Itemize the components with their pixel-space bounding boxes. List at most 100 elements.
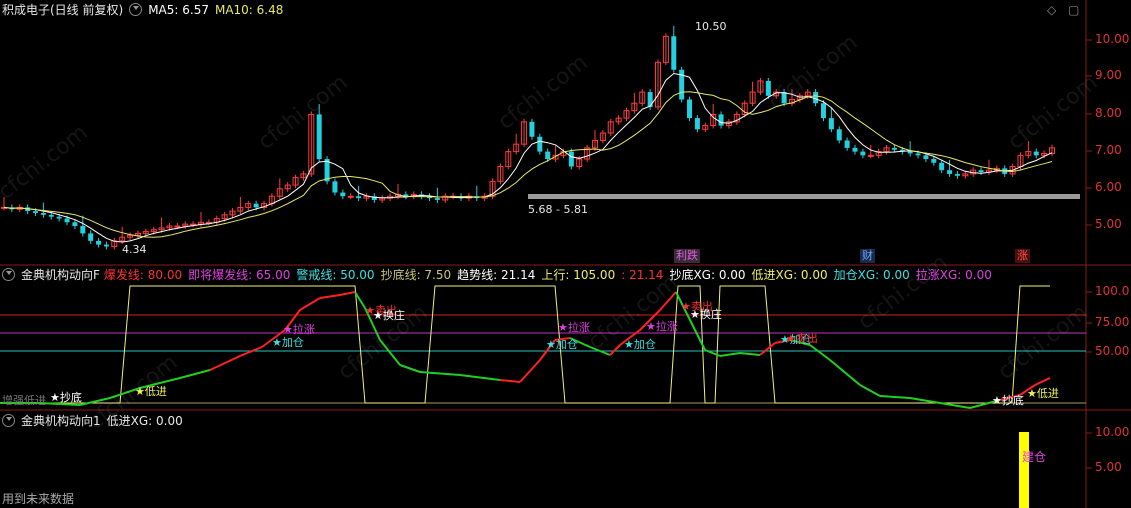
candle-body [820,103,826,119]
candle-body [828,118,834,130]
range-label: 5.68 - 5.81 [528,203,588,216]
indicator-param: 爆发线: 80.00 [103,268,183,282]
axis-tick-label: 5.00 [1095,460,1122,474]
indicator-curve-segment [859,384,881,397]
axis-tick-label: 7.00 [1095,143,1122,157]
indicator-params: 爆发线: 80.00 即将爆发线: 65.00 警戒线: 50.00 抄底线: 7.5… [104,268,998,282]
dropdown-icon[interactable] [2,268,15,281]
indicator-curve-segment [809,344,831,361]
indicator-curve-segment [719,352,741,357]
candle-body [434,198,440,200]
candle-body [718,114,724,126]
axis-tick-label: 6.00 [1095,180,1122,194]
signal-label: ★低进 [1027,387,1059,400]
candle-body [931,159,937,163]
candle-body [891,147,897,150]
signal-label: ★抄底 [992,394,1024,407]
indicator-curve-segment [609,344,621,356]
candle-body [860,151,866,156]
axis-tick-label: 8.00 [1095,106,1122,120]
candle-body [72,222,78,226]
future-data-note: 用到未来数据 [2,492,75,506]
candle-body [340,192,346,197]
indicator-bottom-label: 增强低进 [2,394,46,407]
signal-label: ★抄底 [50,391,82,404]
candle-body [954,173,960,176]
indicator-curve-segment [739,352,761,356]
indicator-param: 上行: 105.00 [541,268,616,282]
signal-label: ★拉涨 [646,320,678,333]
indicator-param: 趋势线: 21.14 [457,268,536,282]
axis-tick-label: 50.00 [1095,344,1130,358]
candle-body [647,92,653,107]
indicator-panel-header: 金典机构动向F 爆发线: 80.00 即将爆发线: 65.00 警戒线: 50.00 抄… [2,268,1004,282]
ma5-label: MA5: 6.57 [148,3,209,17]
candle-body [56,216,62,219]
candle-body [915,153,921,156]
candle-body [347,195,354,198]
event-tag-cai[interactable]: 财 [860,249,875,263]
signal-label: ★加仓 [272,336,304,349]
candle-body [96,240,102,245]
high-price-label: 10.50 [695,20,727,33]
signal-label: ★拉涨 [558,321,590,334]
candle-body [1033,151,1039,156]
indicator-curve-segment [689,319,706,351]
candle-body [852,147,858,152]
diamond-icon[interactable]: ◇ [1047,3,1056,17]
ma10-label: MA10: 6.48 [214,3,284,17]
axis-tick-label: 100.0 [1095,284,1130,298]
candle-body [64,218,70,223]
dropdown-icon[interactable] [2,414,15,427]
candle-body [687,99,693,119]
support-band [528,194,1080,199]
indicator-curve-segment [209,355,241,371]
candle-body [844,140,850,148]
signal-label: ★加仓 [624,338,656,351]
main-panel-header: 积成电子(日线 前复权) MA5: 6.57 MA10: 6.48 [2,3,289,17]
candle-body [836,129,842,141]
indicator-param: 低进XG: 0.00 [751,268,828,282]
candle-body [80,226,86,234]
indicator-curve-segment [909,397,941,404]
build-label: 建仓 [1022,450,1047,464]
axis-tick-label: 10.00 [1095,425,1130,439]
axis-tick-label: 75.00 [1095,315,1130,329]
indicator-curve-segment [399,364,421,373]
event-tag-lidie[interactable]: 利跌 [674,249,700,263]
candle-body [813,92,819,104]
candle-body [907,151,913,154]
indicator-param: 警戒线: 50.00 [296,268,375,282]
indicator-curve-segment [419,371,461,376]
indicator-curve-segment [879,395,911,399]
candle-body [103,244,109,247]
build-bar [1019,432,1029,508]
signal-label: ★加仓 [546,338,578,351]
candle-body [332,181,338,193]
candle-body [947,170,953,174]
indicator-curve-segment [459,374,501,381]
candle-body [356,196,362,199]
candle-body [694,118,700,130]
dropdown-icon[interactable] [129,3,143,16]
candle-body [537,136,543,152]
indicator-curve-segment [759,342,776,356]
candle-body [568,151,574,167]
indicator-param: 抄底线: 7.50 [380,268,452,282]
candle-body [40,212,46,215]
indicator-curve-segment [299,297,321,311]
candle-body [978,170,984,173]
signal-label: ★换庄 [690,308,722,321]
indicator-curve-segment [1034,377,1051,386]
stock-chart-window: 积成电子(日线 前复权) MA5: 6.57 MA10: 6.48 ◇ ▢ 10.5… [0,0,1131,508]
indicator-curve-segment [319,294,341,299]
candle-body [253,203,259,208]
window-icon[interactable]: ▢ [1068,3,1079,17]
candle-body [923,155,929,160]
axis-tick-label: 10.00 [1095,32,1130,46]
signal-label: ★拉涨 [283,323,315,336]
candle-body [48,214,54,217]
low-price-label: 4.34 [122,243,147,256]
event-tag-zhang[interactable]: 涨 [1015,249,1030,263]
candle-body [529,121,535,137]
